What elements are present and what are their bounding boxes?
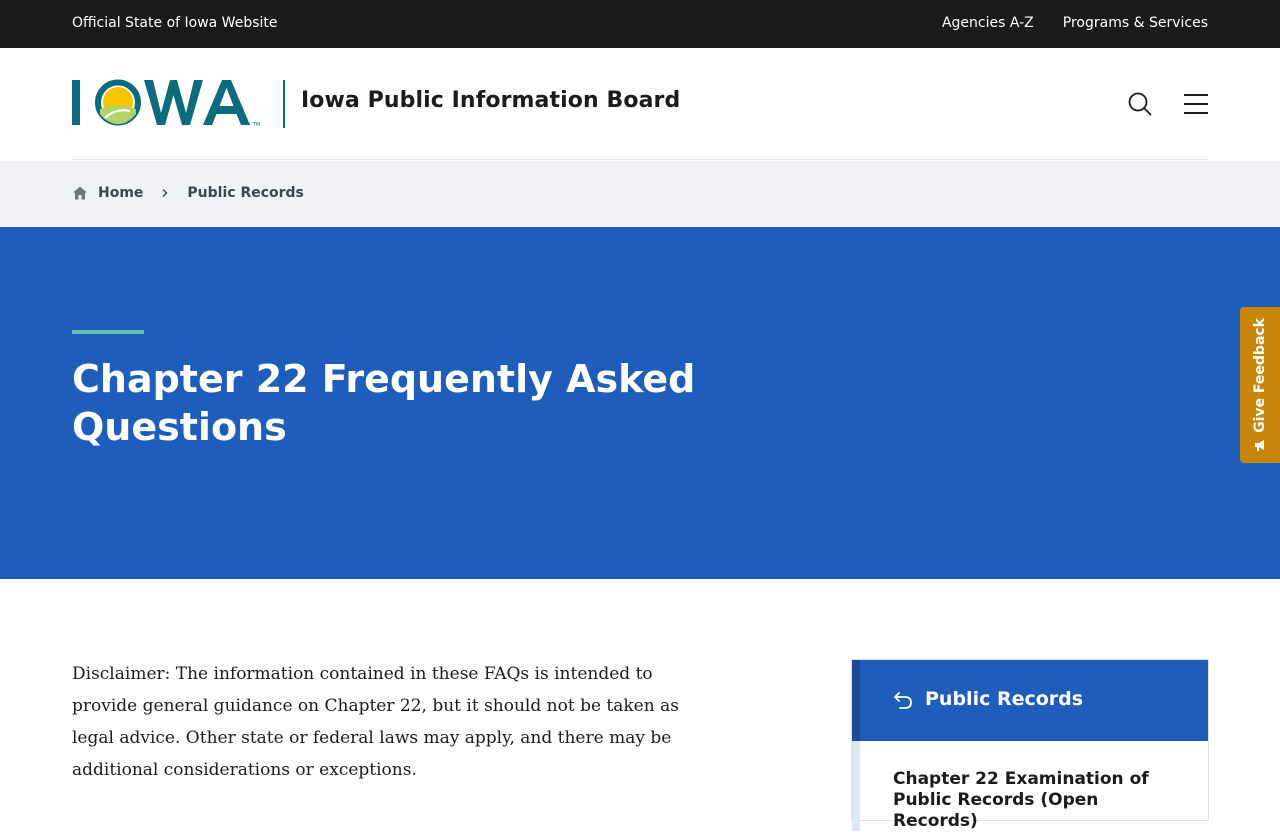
svg-text:TM: TM (252, 122, 260, 128)
home-icon (73, 186, 87, 200)
hamburger-menu-icon[interactable] (1182, 92, 1210, 116)
agencies-a-z-link[interactable]: Agencies A-Z (942, 15, 1034, 31)
sidenav-parent-link[interactable]: Public Records (852, 660, 1208, 741)
site-header: TM Iowa Public Information Board (0, 48, 1280, 160)
breadcrumb-bar: Home Public Records (0, 161, 1280, 227)
page-title: Chapter 22 Frequently Asked Questions (72, 357, 696, 449)
iowa-logo[interactable]: TM (72, 78, 272, 130)
return-arrow-icon (894, 692, 912, 709)
hero-accent-line (72, 330, 144, 334)
programs-services-link[interactable]: Programs & Services (1063, 15, 1208, 31)
chevron-right-icon (162, 189, 168, 197)
sidenav-item[interactable]: Chapter 22 Examination of Public Records… (893, 769, 1183, 832)
top-links: Agencies A-Z Programs & Services (942, 15, 1208, 31)
hero-banner: Chapter 22 Frequently Asked Questions (0, 227, 1280, 579)
official-site-label: Official State of Iowa Website (72, 15, 278, 31)
megaphone-icon (1255, 440, 1264, 452)
sidenav-heading: Public Records (925, 688, 1084, 710)
header-divider (72, 159, 1208, 160)
breadcrumb-home-link[interactable]: Home (98, 185, 143, 201)
give-feedback-label: Give Feedback (1252, 317, 1268, 433)
breadcrumb-current-link[interactable]: Public Records (187, 185, 303, 201)
official-site-bar: Official State of Iowa Website Agencies … (0, 0, 1280, 48)
give-feedback-button[interactable]: Give Feedback (1240, 307, 1280, 463)
logo-divider (283, 80, 285, 128)
site-name[interactable]: Iowa Public Information Board (301, 88, 680, 113)
search-icon[interactable] (1126, 90, 1154, 118)
side-navigation: Public Records Chapter 22 Examination of… (851, 659, 1209, 831)
breadcrumb: Home Public Records (72, 185, 304, 201)
disclaimer-paragraph: Disclaimer: The information contained in… (72, 664, 679, 780)
sidenav-list: Chapter 22 Examination of Public Records… (852, 741, 1208, 831)
